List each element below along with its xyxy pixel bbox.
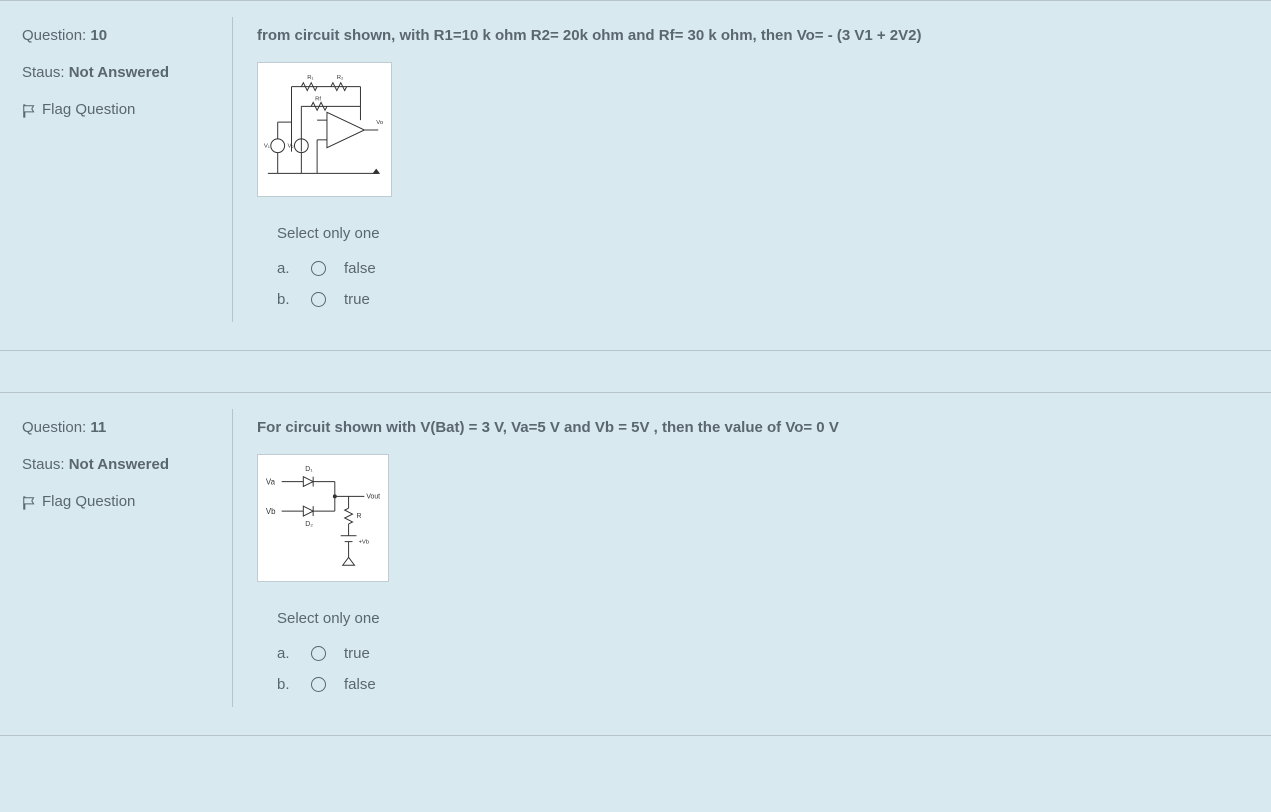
circuit-diagram-image: R₁ R₂ Rf Vo: [257, 62, 392, 197]
question-content: For circuit shown with V(Bat) = 3 V, Va=…: [233, 417, 1271, 707]
svg-text:Vb: Vb: [266, 507, 276, 516]
status-row: Staus: Not Answered: [22, 454, 232, 475]
option-row: a. true: [277, 645, 1251, 662]
question-number: 10: [90, 27, 107, 44]
svg-text:V₂: V₂: [288, 144, 294, 150]
question-block: Question: 10 Staus: Not Answered Flag Qu…: [0, 1, 1271, 351]
flag-icon: [22, 495, 36, 509]
radio-option-b[interactable]: [311, 292, 326, 307]
svg-text:Vout: Vout: [366, 493, 380, 500]
question-content: from circuit shown, with R1=10 k ohm R2=…: [233, 25, 1271, 322]
answer-section: Select only one a. false b. true: [257, 225, 1251, 308]
answer-section: Select only one a. true b. false: [257, 610, 1251, 693]
flag-question-label: Flag Question: [42, 491, 135, 512]
question-number-row: Question: 11: [22, 417, 232, 438]
svg-text:Rf: Rf: [315, 96, 321, 102]
svg-text:D₁: D₁: [305, 466, 313, 473]
question-block: Question: 11 Staus: Not Answered Flag Qu…: [0, 393, 1271, 736]
question-number: 11: [90, 419, 106, 436]
option-label: false: [344, 260, 376, 277]
question-text: For circuit shown with V(Bat) = 3 V, Va=…: [257, 417, 1251, 438]
question-number-row: Question: 10: [22, 25, 232, 46]
question-text: from circuit shown, with R1=10 k ohm R2=…: [257, 25, 1251, 46]
question-separator: [0, 351, 1271, 393]
status-value: Not Answered: [69, 64, 169, 81]
svg-text:V₁: V₁: [264, 144, 270, 150]
radio-option-a[interactable]: [311, 261, 326, 276]
svg-text:R₂: R₂: [337, 75, 344, 81]
question-label: Question:: [22, 27, 86, 44]
svg-text:R: R: [356, 513, 361, 520]
option-row: a. false: [277, 260, 1251, 277]
question-label: Question:: [22, 419, 86, 436]
svg-text:R₁: R₁: [307, 75, 313, 81]
svg-text:Vo: Vo: [376, 120, 384, 126]
select-instruction: Select only one: [277, 225, 1251, 242]
option-row: b. false: [277, 676, 1251, 693]
option-letter: b.: [277, 676, 293, 693]
flag-icon: [22, 103, 36, 117]
radio-option-a[interactable]: [311, 646, 326, 661]
select-instruction: Select only one: [277, 610, 1251, 627]
option-label: true: [344, 645, 370, 662]
svg-text:Va: Va: [266, 478, 276, 487]
option-letter: b.: [277, 291, 293, 308]
flag-question-label: Flag Question: [42, 99, 135, 120]
status-row: Staus: Not Answered: [22, 62, 232, 83]
status-label: Staus:: [22, 456, 65, 473]
option-label: true: [344, 291, 370, 308]
option-letter: a.: [277, 260, 293, 277]
option-letter: a.: [277, 645, 293, 662]
flag-question-button[interactable]: Flag Question: [22, 491, 135, 512]
question-sidebar: Question: 11 Staus: Not Answered Flag Qu…: [0, 417, 232, 707]
status-label: Staus:: [22, 64, 65, 81]
svg-text:D₂: D₂: [305, 521, 313, 528]
circuit-diagram-image: Va D₁ Vb D₂: [257, 454, 389, 582]
status-value: Not Answered: [69, 456, 169, 473]
svg-text:+Vb: +Vb: [358, 540, 369, 546]
radio-option-b[interactable]: [311, 677, 326, 692]
option-label: false: [344, 676, 376, 693]
flag-question-button[interactable]: Flag Question: [22, 99, 135, 120]
question-sidebar: Question: 10 Staus: Not Answered Flag Qu…: [0, 25, 232, 322]
option-row: b. true: [277, 291, 1251, 308]
